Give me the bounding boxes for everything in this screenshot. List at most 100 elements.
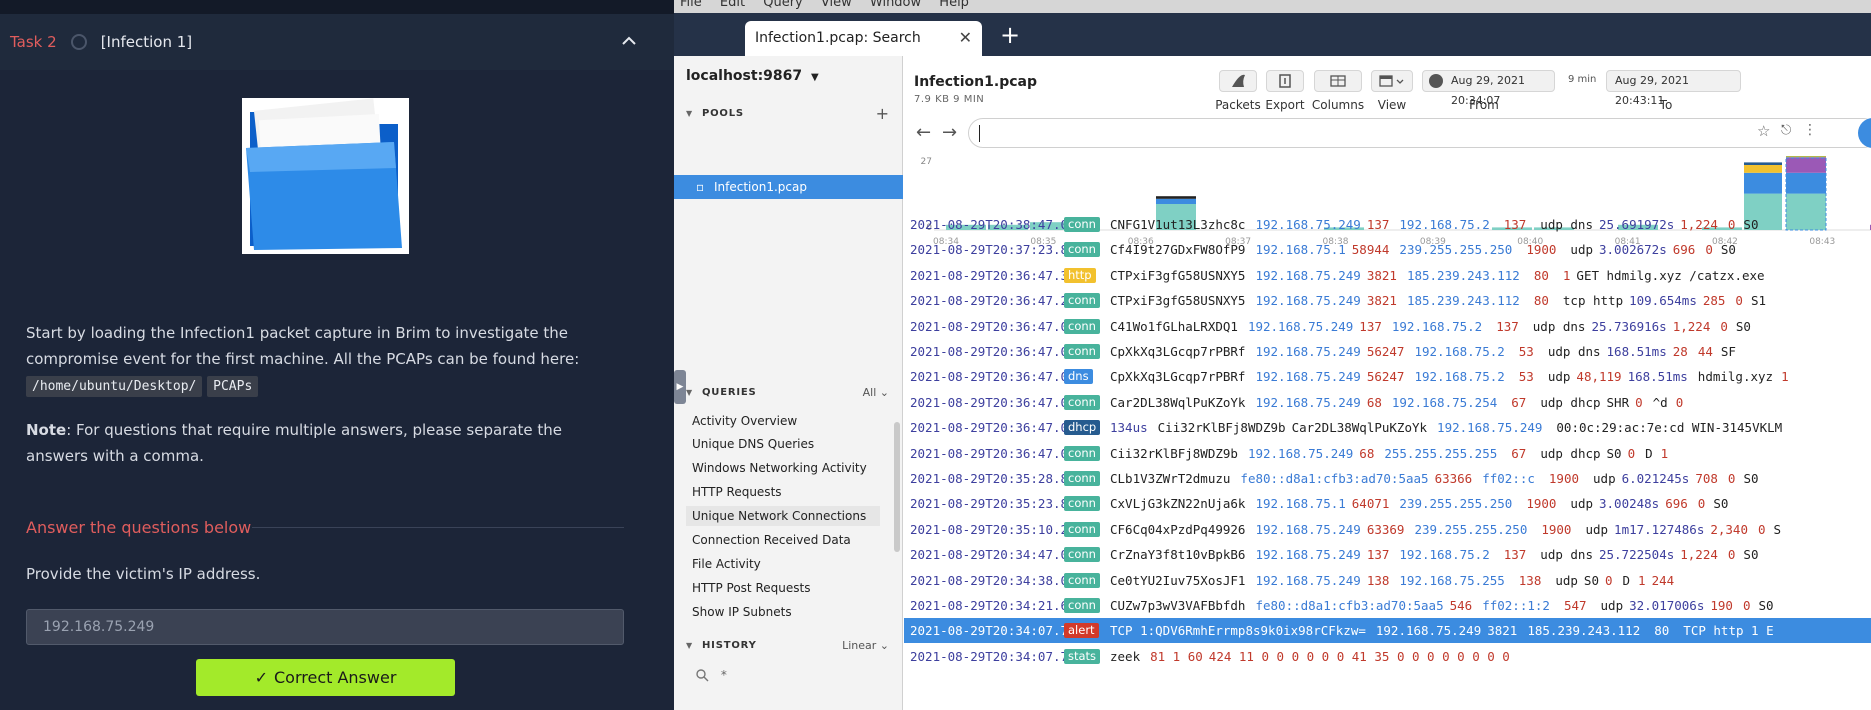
row-field: 192.168.75.249 xyxy=(1255,293,1361,309)
menu-edit[interactable]: Edit xyxy=(720,0,745,10)
histogram-bar xyxy=(1156,196,1196,199)
task-header[interactable]: Task 2 [Infection 1] xyxy=(0,14,674,70)
correct-answer-button[interactable]: ✓ Correct Answer xyxy=(196,659,455,696)
file-icon: ▫ xyxy=(696,180,705,194)
row-field: 192.168.75.249 xyxy=(1255,547,1361,563)
row-field: 80 xyxy=(1533,267,1549,283)
row-field: 244 xyxy=(1651,572,1675,588)
histogram-bar xyxy=(1786,157,1826,173)
new-tab-icon[interactable]: + xyxy=(1000,21,1020,49)
log-row[interactable]: 2021-08-29T20:37:23.842 conn Cf4I9t27GDxFW… xyxy=(904,237,1871,262)
queries-filter[interactable]: All ⌄ xyxy=(863,383,889,403)
log-row[interactable]: 2021-08-29T20:36:47.040 dhcp 134us Cii32rKl… xyxy=(904,415,1871,440)
query-unique-network-connections[interactable]: Unique Network Connections xyxy=(686,506,880,526)
add-pool-icon[interactable]: + xyxy=(876,104,889,124)
row-type-badge: conn xyxy=(1064,217,1100,232)
log-row[interactable]: 2021-08-29T20:36:47.041 conn CpXkXq3LGcqp7… xyxy=(904,339,1871,364)
chevron-up-icon[interactable] xyxy=(620,32,638,50)
forward-arrow-icon[interactable]: → xyxy=(942,122,957,143)
log-row[interactable]: 2021-08-29T20:36:47.321 http CTPxiF3gfG58U… xyxy=(904,263,1871,288)
row-field: 6.021245s xyxy=(1621,471,1690,486)
row-timestamp: 2021-08-29T20:34:07.706 xyxy=(910,623,1084,639)
columns-button[interactable] xyxy=(1314,70,1362,92)
query-http-requests[interactable]: HTTP Requests xyxy=(692,482,872,502)
row-field: udp xyxy=(1555,572,1578,588)
row-timestamp: 2021-08-29T20:34:47.037 xyxy=(910,547,1084,563)
search-input[interactable]: ☆ ⎋ ⋮ xyxy=(968,118,1871,148)
query-windows-networking[interactable]: Windows Networking Activity xyxy=(692,458,872,478)
log-row[interactable]: 2021-08-29T20:36:47.041 dns CpXkXq3LGcqp7r… xyxy=(904,364,1871,389)
row-fields: CUZw7p3wV3VAFBbfdh fe80::d8a1:cfb3:ad70:5… xyxy=(1110,593,1780,618)
query-file-activity[interactable]: File Activity xyxy=(692,554,872,574)
y-tick-max: 27 xyxy=(921,157,932,167)
pin-icon[interactable]: ⎋ xyxy=(1781,123,1791,138)
row-timestamp: 2021-08-29T20:36:47.040 xyxy=(910,445,1084,461)
view-button[interactable] xyxy=(1371,70,1413,92)
row-type-badge: alert xyxy=(1064,623,1099,639)
log-row[interactable]: 2021-08-29T20:35:10.271 conn CF6Cq04xPzdPq… xyxy=(904,517,1871,542)
row-field: CUZw7p3wV3VAFBbfdh xyxy=(1110,598,1246,613)
row-field: 239.255.255.250 xyxy=(1414,521,1528,537)
answer-field[interactable]: 192.168.75.249 xyxy=(26,609,624,645)
log-row[interactable]: 2021-08-29T20:34:07.706 stats zeek 81 1 60 4… xyxy=(904,644,1871,669)
menu-view[interactable]: View xyxy=(821,0,852,10)
history-mode[interactable]: Linear ⌄ xyxy=(842,636,889,656)
log-row[interactable]: 2021-08-29T20:38:47.071 conn CNFG1V1ut13L3… xyxy=(904,212,1871,237)
queries-header[interactable]: ▼ QUERIES All ⌄ xyxy=(674,383,903,403)
log-row[interactable]: 2021-08-29T20:36:47.040 conn Cii32rKlBFj8W… xyxy=(904,441,1871,466)
log-row[interactable]: 2021-08-29T20:36:47.040 conn Car2DL38WqlPu… xyxy=(904,390,1871,415)
row-timestamp: 2021-08-29T20:34:38.082 xyxy=(910,572,1084,588)
row-field: 1900 xyxy=(1526,496,1557,512)
menu-window[interactable]: Window xyxy=(870,0,921,10)
export-button[interactable] xyxy=(1266,70,1304,92)
task-number: Task 2 xyxy=(10,33,57,51)
log-row[interactable]: 2021-08-29T20:36:47.212 conn CTPxiF3gfG58U… xyxy=(904,288,1871,313)
log-row[interactable]: 2021-08-29T20:34:47.037 conn CrZnaY3f8t10v… xyxy=(904,542,1871,567)
row-timestamp: 2021-08-29T20:36:47.041 xyxy=(910,344,1084,359)
top-strip xyxy=(0,0,674,14)
host-selector[interactable]: localhost:9867 ▼ xyxy=(686,68,819,84)
log-row[interactable]: 2021-08-29T20:34:38.082 conn Ce0tYU2Iuv75X… xyxy=(904,568,1871,593)
to-date-button[interactable]: Aug 29, 2021 20:43:11 xyxy=(1606,70,1741,107)
log-row[interactable]: 2021-08-29T20:34:21.622 conn CUZw7p3wV3VAF… xyxy=(904,593,1871,618)
menu-query[interactable]: Query xyxy=(763,0,803,10)
row-type-badge: conn xyxy=(1064,344,1100,359)
query-show-ip-subnets[interactable]: Show IP Subnets xyxy=(692,602,872,622)
row-field: 192.168.75.2 xyxy=(1399,547,1490,563)
row-field: S0 xyxy=(1758,598,1774,613)
log-row[interactable]: 2021-08-29T20:35:23.839 conn CxVLjG3kZN22n… xyxy=(904,491,1871,516)
menu-help[interactable]: Help xyxy=(939,0,969,10)
query-activity-overview[interactable]: Activity Overview xyxy=(692,411,872,431)
row-field: udp dns xyxy=(1540,217,1593,232)
row-fields: CNFG1V1ut13L3zhc8c 192.168.75.249 137 192.1… xyxy=(1110,212,1764,237)
star-icon[interactable]: ☆ xyxy=(1757,122,1770,140)
menu-file[interactable]: File xyxy=(680,0,702,10)
from-date-button[interactable]: Aug 29, 2021 20:34:07 xyxy=(1422,70,1555,107)
history-header[interactable]: ▼ HISTORY Linear ⌄ xyxy=(674,636,903,656)
query-connection-received-data[interactable]: Connection Received Data xyxy=(692,530,872,550)
more-icon[interactable]: ⋮ xyxy=(1803,122,1817,138)
log-row[interactable]: 2021-08-29T20:36:47.044 conn C41Wo1fGLhaLR… xyxy=(904,314,1871,339)
pool-item[interactable]: ▫ Infection1.pcap xyxy=(674,175,903,199)
history-label: HISTORY xyxy=(702,640,757,651)
row-field: 67 xyxy=(1511,445,1527,461)
log-row[interactable]: 2021-08-29T20:34:07.706 alert TCP 1:QDV6Rm… xyxy=(904,618,1871,644)
query-unique-dns[interactable]: Unique DNS Queries xyxy=(692,434,872,454)
row-field: 255.255.255.255 xyxy=(1384,445,1498,461)
query-http-post-requests[interactable]: HTTP Post Requests xyxy=(692,578,872,598)
caret-down-icon: ▼ xyxy=(686,388,693,397)
close-icon[interactable]: ✕ xyxy=(959,21,972,55)
row-timestamp: 2021-08-29T20:35:28.810 xyxy=(910,471,1084,486)
tab-search[interactable]: Infection1.pcap: Search ✕ xyxy=(745,21,982,56)
row-field: 192.168.75.249 xyxy=(1247,318,1354,334)
pools-header[interactable]: ▼ POOLS + xyxy=(674,104,903,124)
queries-scrollbar[interactable] xyxy=(894,422,900,552)
row-field: udp dns xyxy=(1547,344,1601,359)
row-field: 192.168.75.2 xyxy=(1399,217,1490,232)
history-entry[interactable]: * xyxy=(696,668,727,682)
packets-button[interactable] xyxy=(1219,70,1257,92)
row-timestamp: 2021-08-29T20:38:47.071 xyxy=(910,217,1084,232)
back-arrow-icon[interactable]: ← xyxy=(916,122,931,143)
log-row[interactable]: 2021-08-29T20:35:28.810 conn CLb1V3ZWrT2dm… xyxy=(904,466,1871,491)
row-field: 168.51ms xyxy=(1627,369,1688,385)
